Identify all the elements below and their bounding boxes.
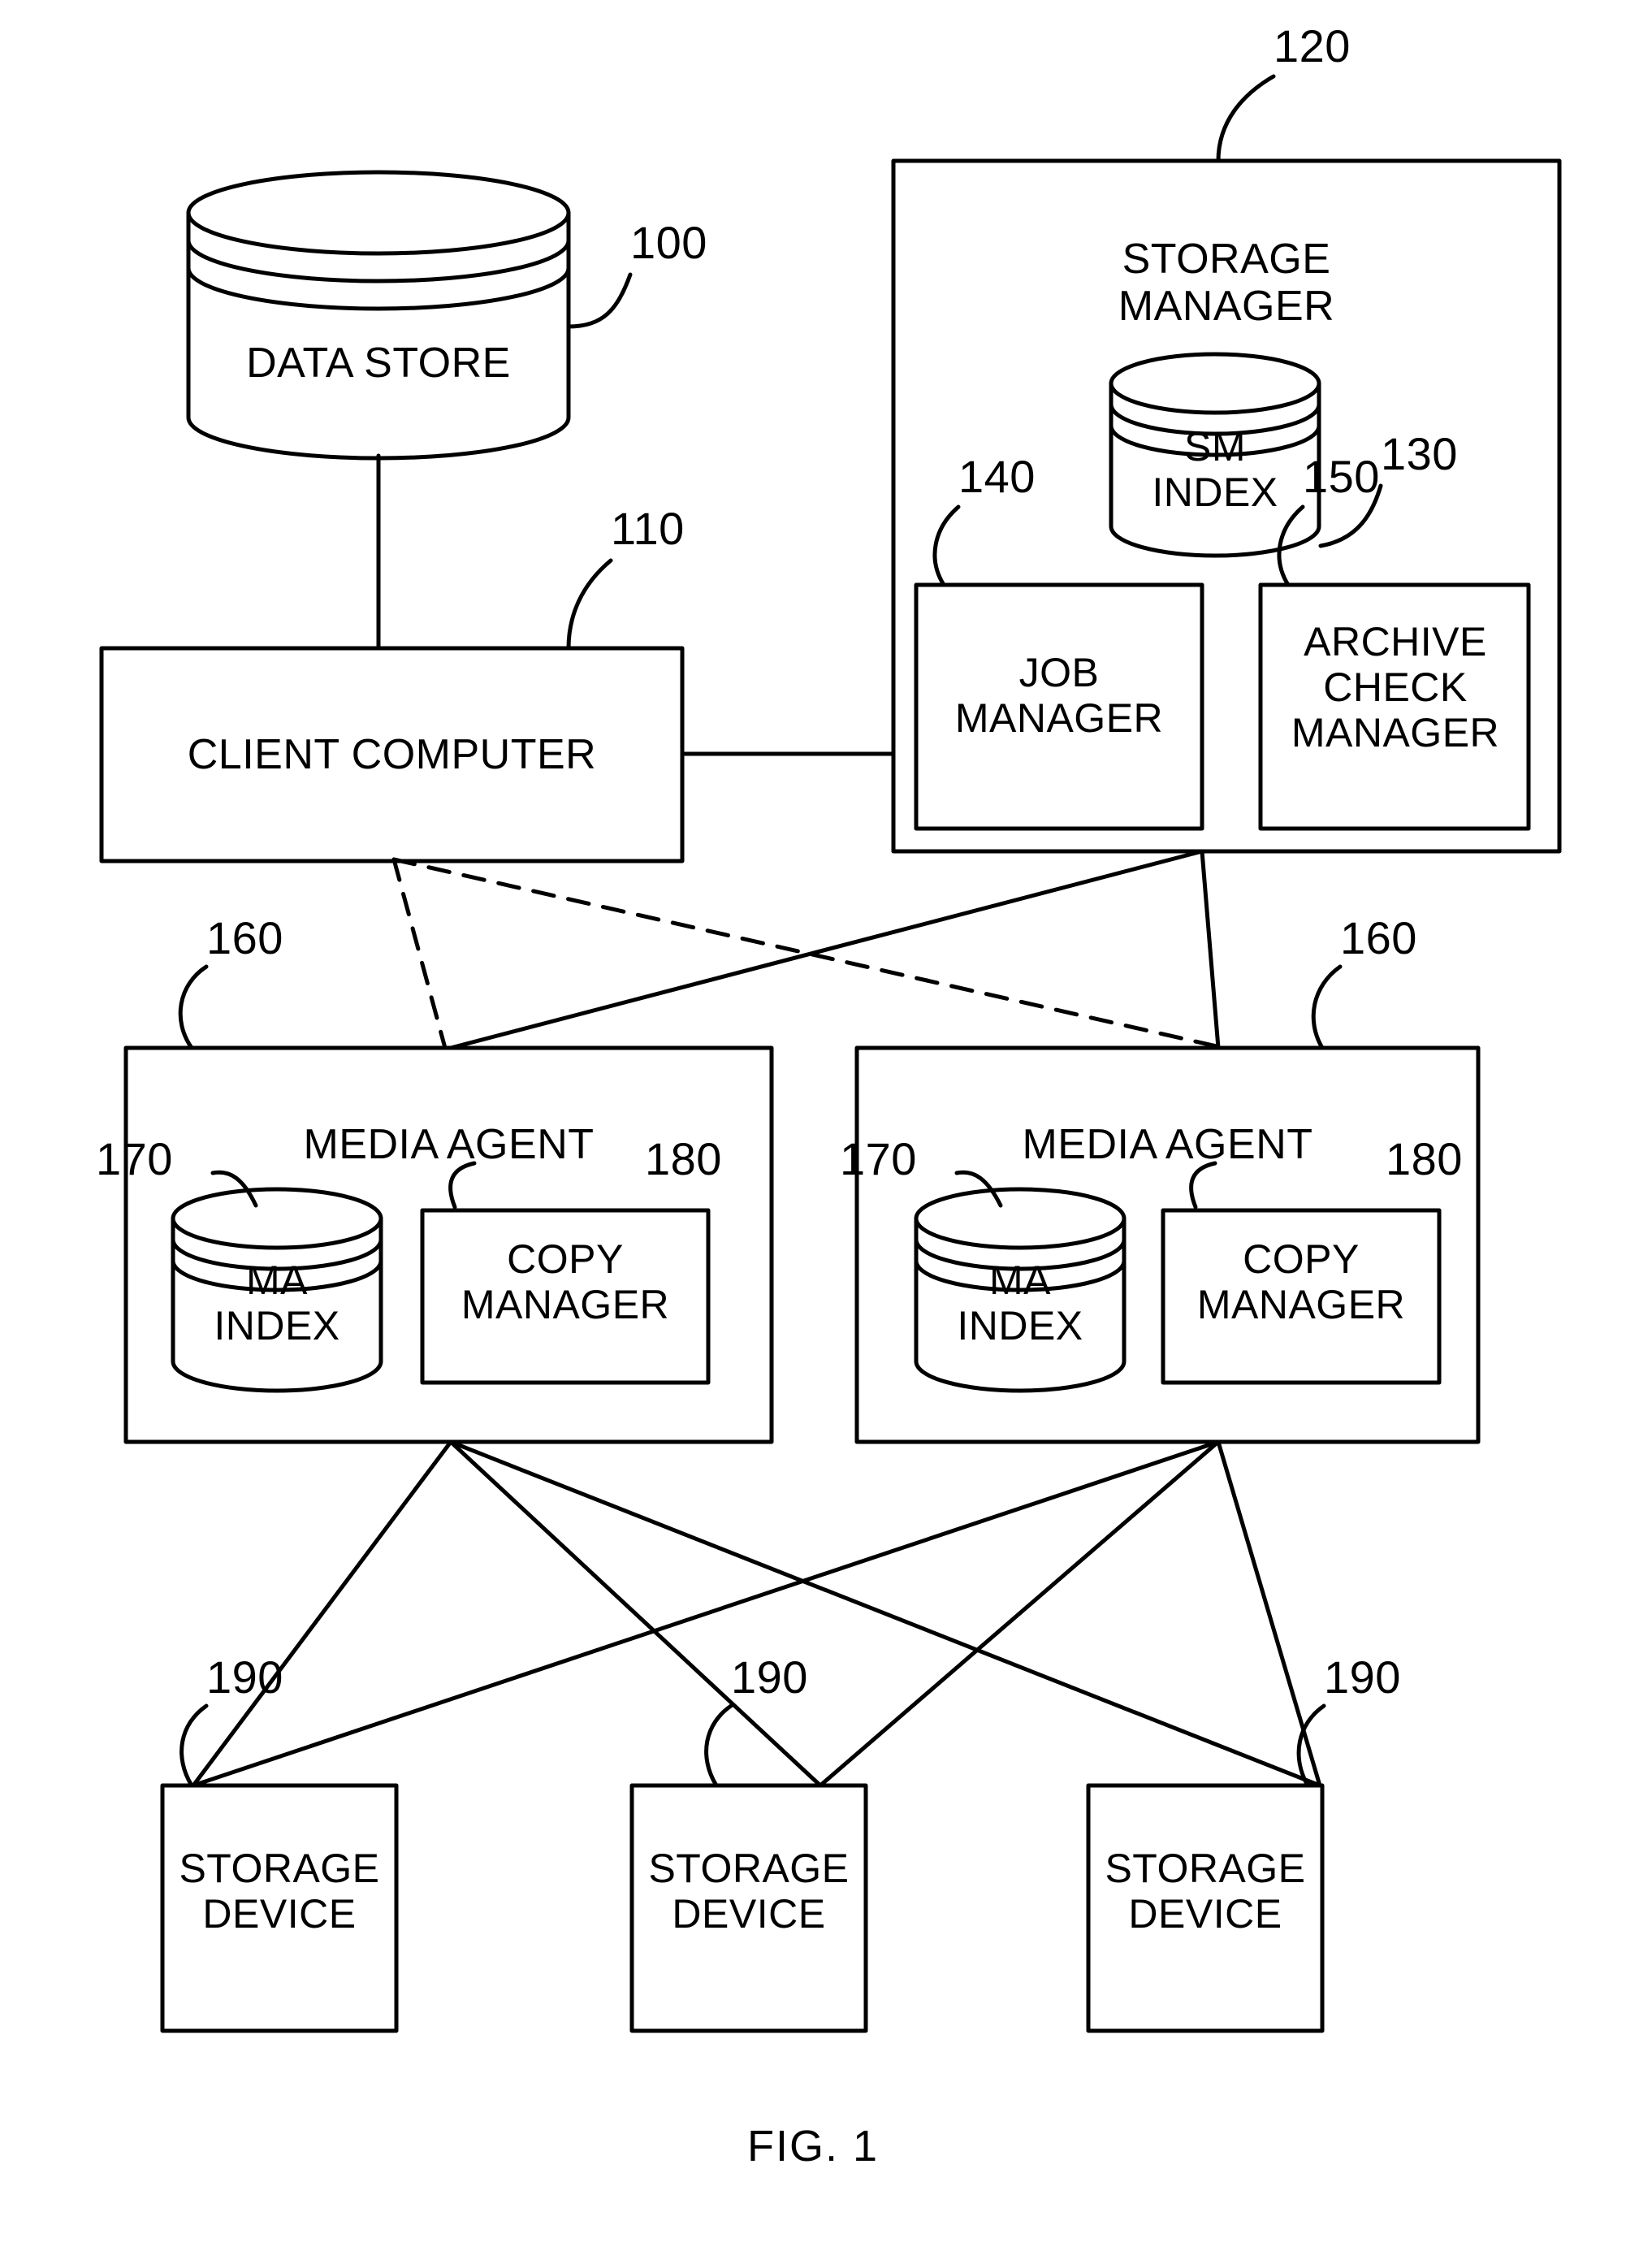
ref-120: 120 (1274, 20, 1351, 71)
ref-160-left: 160 (206, 912, 283, 963)
copy-manager-right-label: COPY MANAGER (1196, 1236, 1406, 1327)
ma-index-right-label: MA INDEX (957, 1257, 1083, 1348)
ma-index-left-label: MA INDEX (214, 1257, 340, 1348)
diagram-text-layer: DATA STORE 100 CLIENT COMPUTER 110 STORA… (0, 0, 1626, 2268)
archive-check-manager-label: ARCHIVE CHECK MANAGER (1291, 619, 1500, 755)
ref-140: 140 (958, 451, 1036, 502)
ref-100: 100 (630, 217, 707, 268)
figure-canvas: DATA STORE 100 CLIENT COMPUTER 110 STORA… (0, 0, 1626, 2268)
job-manager-label: JOB MANAGER (954, 650, 1164, 741)
data-store-label: DATA STORE (246, 340, 511, 387)
copy-manager-left-label: COPY MANAGER (461, 1236, 670, 1327)
ref-180-right: 180 (1386, 1133, 1463, 1184)
ref-190-2: 190 (731, 1651, 808, 1703)
ref-190-1: 190 (206, 1651, 283, 1703)
ref-190-3: 190 (1324, 1651, 1401, 1703)
client-computer-label: CLIENT COMPUTER (187, 731, 597, 778)
ref-170-left: 170 (96, 1133, 173, 1184)
ref-160-right: 160 (1340, 912, 1417, 963)
ref-180-left: 180 (645, 1133, 722, 1184)
storage-device-3-label: STORAGE DEVICE (1105, 1846, 1306, 1937)
storage-manager-label: STORAGE MANAGER (1118, 236, 1335, 331)
ref-150: 150 (1303, 451, 1380, 502)
ref-110: 110 (611, 503, 685, 554)
ref-170-right: 170 (840, 1133, 917, 1184)
storage-device-1-label: STORAGE DEVICE (179, 1846, 380, 1937)
figure-caption: FIG. 1 (746, 2122, 880, 2171)
sm-index-label: SM INDEX (1152, 424, 1278, 515)
storage-device-2-label: STORAGE DEVICE (648, 1846, 850, 1937)
